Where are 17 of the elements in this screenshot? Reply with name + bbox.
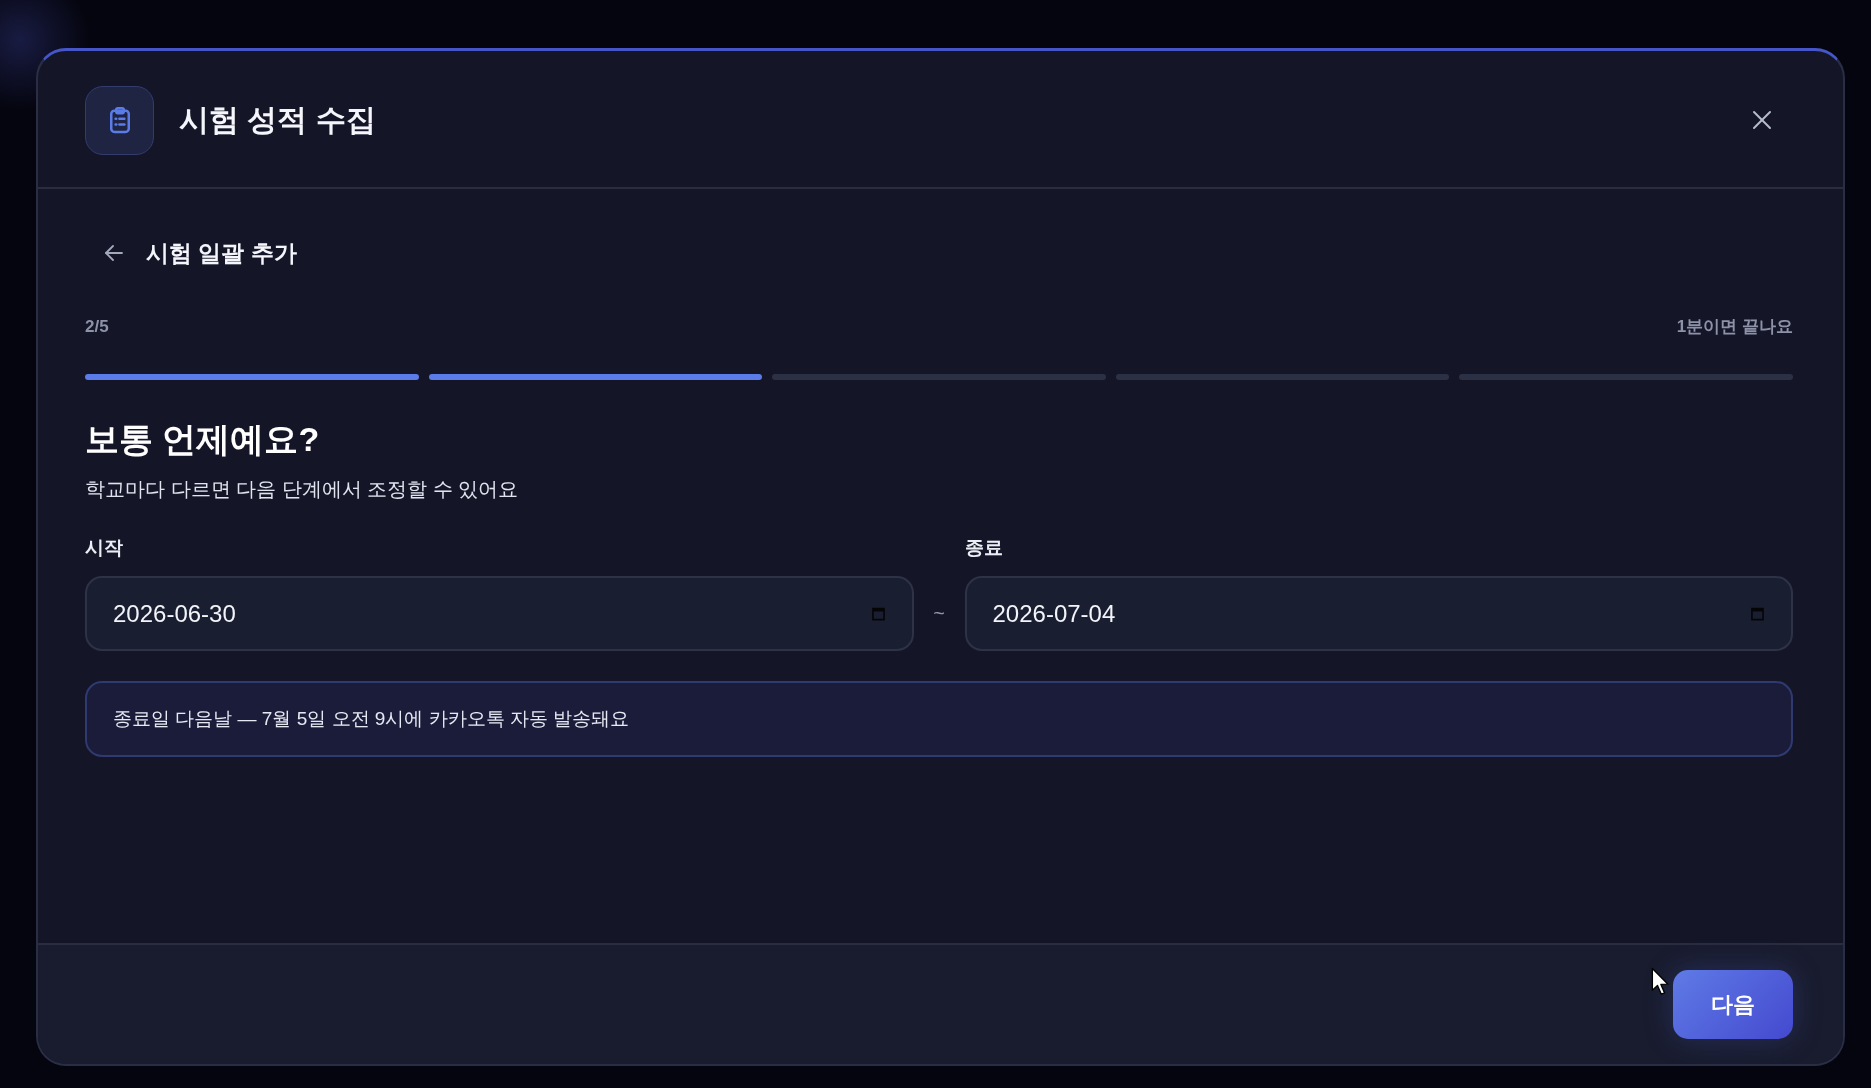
close-icon[interactable] [1752,110,1772,130]
question-description: 학교마다 다르면 다음 단계에서 조정할 수 있어요 [85,477,519,502]
end-label: 종료 [964,536,1003,560]
time-hint: 1분이면 끝나요 [1676,316,1793,338]
clipboard-icon [85,85,154,155]
back-arrow-icon[interactable] [104,243,124,263]
notice-text: 종료일 다음날 — 7월 5일 오전 9시에 카카오톡 자동 발송돼요 [113,707,630,731]
step-counter: 2/5 [85,316,109,338]
start-label: 시작 [85,536,123,560]
start-date-field[interactable]: 2026-06-30 [85,576,914,651]
question-heading: 보통 언제예요? [85,419,320,460]
step-title: 시험 일괄 추가 [146,238,297,268]
end-date-field[interactable]: 2026-07-04 [964,576,1793,651]
range-separator: ~ [933,602,945,625]
dialog-title: 시험 성적 수집 [179,101,376,138]
next-button[interactable]: 다음 [1673,970,1793,1039]
mouse-cursor-icon [1651,967,1670,997]
